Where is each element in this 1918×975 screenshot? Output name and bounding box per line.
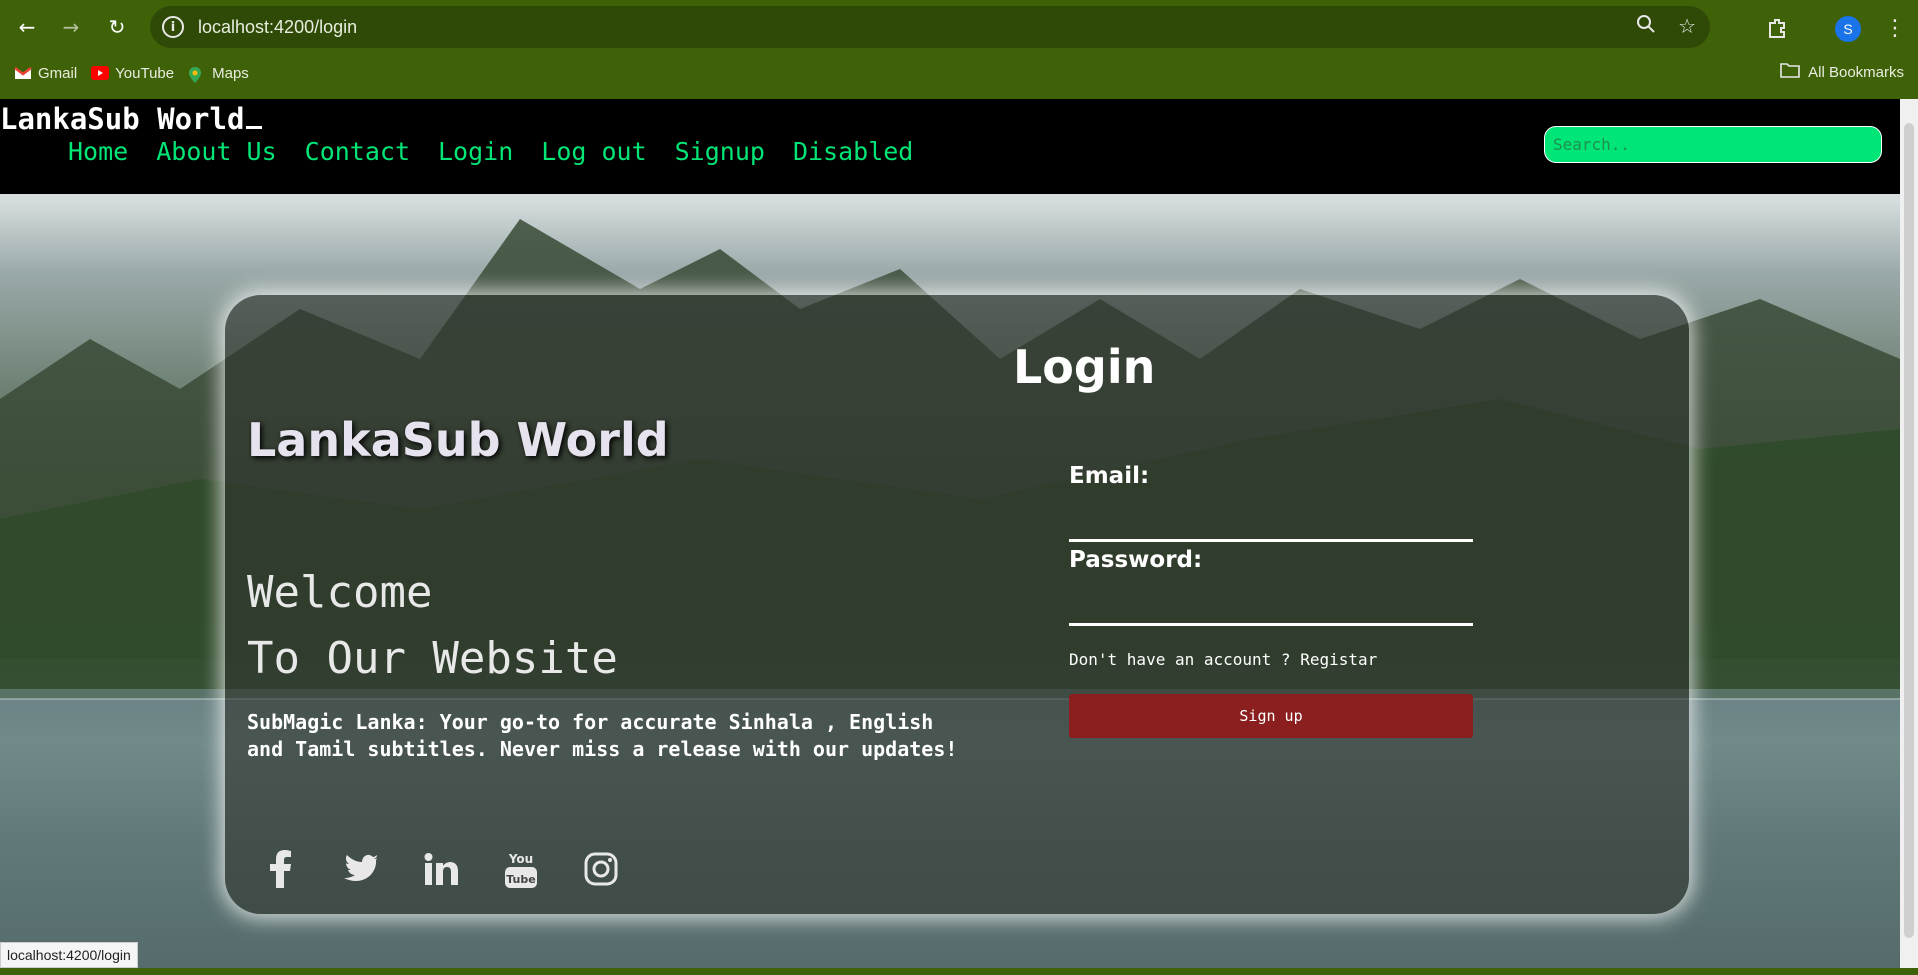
register-link[interactable]: Don't have an account ? Registar [1069,650,1377,669]
forward-icon[interactable]: → [56,12,86,42]
nav-about-us[interactable]: About Us [156,137,276,166]
nav-log-out[interactable]: Log out [541,137,646,166]
youtube-icon [91,66,110,80]
welcome-heading: Welcome [247,567,433,618]
gmail-icon [14,66,32,80]
page-viewport: LankaSub World Home About Us Contact Log… [0,99,1900,968]
reload-icon[interactable]: ↻ [102,12,132,42]
main-nav: Home About Us Contact Login Log out Sign… [68,137,913,166]
bookmark-star-icon[interactable]: ☆ [1678,14,1696,39]
address-bar[interactable]: i localhost:4200/login ☆ [150,6,1710,48]
typing-cursor [246,126,263,129]
back-icon[interactable]: ← [12,12,42,42]
scrollbar-thumb[interactable] [1904,123,1914,938]
browser-toolbar: ← → ↻ i localhost:4200/login ☆ S ⋮ [0,6,1918,48]
address-url[interactable]: localhost:4200/login [198,17,357,38]
svg-text:Tube: Tube [506,873,535,886]
site-logo[interactable]: LankaSub World [0,102,263,136]
nav-disabled[interactable]: Disabled [793,137,913,166]
page-scrollbar[interactable] [1900,99,1918,968]
bookmark-youtube[interactable]: YouTube [91,65,174,82]
hero-description: SubMagic Lanka: Your go-to for accurate … [247,710,958,761]
site-header: LankaSub World Home About Us Contact Log… [0,99,1900,194]
youtube-icon[interactable]: You Tube [503,849,539,889]
all-bookmarks[interactable]: All Bookmarks [1780,62,1904,82]
browser-menu-icon[interactable]: ⋮ [1884,16,1906,41]
login-card: LankaSub World Welcome To Our Website Su… [225,295,1689,914]
bookmark-maps[interactable]: Maps [188,65,249,83]
login-title: Login [1013,340,1156,394]
folder-icon [1780,62,1800,82]
twitter-icon[interactable] [343,849,379,889]
status-bar-url: localhost:4200/login [0,942,138,968]
linkedin-icon[interactable] [423,849,459,889]
maps-icon [188,66,206,83]
nav-login[interactable]: Login [438,137,513,166]
svg-text:You: You [508,852,533,866]
nav-home[interactable]: Home [68,137,128,166]
signup-button[interactable]: Sign up [1069,694,1473,738]
bookmarks-bar: Gmail YouTube Maps All Bookmarks [0,60,1918,86]
bookmark-gmail[interactable]: Gmail [14,65,77,82]
extensions-icon[interactable] [1766,17,1788,44]
profile-avatar[interactable]: S [1835,16,1861,42]
zoom-icon[interactable] [1636,14,1656,39]
hero-brand: LankaSub World [247,413,669,467]
site-info-icon[interactable]: i [162,16,184,38]
facebook-icon[interactable] [263,849,299,889]
nav-contact[interactable]: Contact [305,137,410,166]
password-label: Password: [1069,547,1203,573]
email-label: Email: [1069,463,1150,489]
welcome-subheading: To Our Website [247,633,618,684]
browser-chrome: ← → ↻ i localhost:4200/login ☆ S ⋮ Gmail [0,0,1918,99]
search-input[interactable] [1544,126,1882,163]
nav-signup[interactable]: Signup [675,137,765,166]
instagram-icon[interactable] [583,849,619,889]
email-field[interactable] [1069,539,1473,542]
window-bottom-edge [0,968,1918,975]
social-links: You Tube [263,849,619,889]
password-field[interactable] [1069,623,1473,626]
